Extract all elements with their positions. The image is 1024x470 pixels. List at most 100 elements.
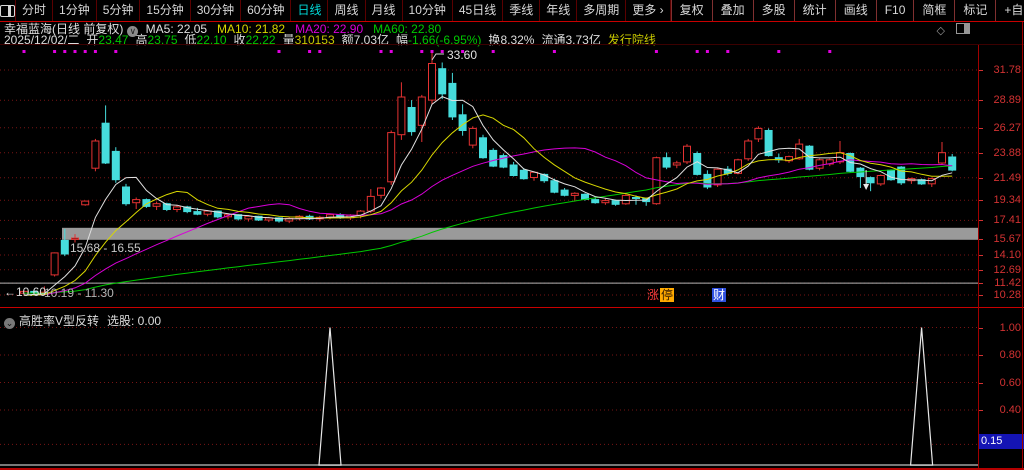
price-axis-label: 26.27 [993,122,1021,134]
candle-body [877,176,884,184]
bottom-tag[interactable]: 停 [660,288,674,302]
price-axis-label: 14.10 [993,249,1021,261]
period-tab-1[interactable]: 分时 [16,0,53,21]
candle-body [592,200,599,203]
price-axis-label: 23.88 [993,147,1021,159]
toolbar-button-5[interactable]: 画线 [835,0,876,21]
candle-body [174,207,181,210]
candle-body [520,170,527,178]
event-dot [420,50,423,53]
candle-body [510,165,517,176]
candle-body [561,190,568,195]
event-dot [380,50,383,53]
event-dot [23,50,26,53]
period-tab-15[interactable]: 更多 › [626,0,670,21]
ex-rights-arrowhead-icon [863,184,869,190]
candle-body [704,174,711,187]
candle-body [102,123,109,163]
bottom-tag[interactable]: 财 [712,288,726,302]
price-axis-label: 28.89 [993,94,1021,106]
toolbar-button-2[interactable]: 叠加 [712,0,753,21]
price-axis: 31.7828.8926.2723.8821.4919.3417.4115.67… [978,45,1024,308]
period-tab-10[interactable]: 10分钟 [403,0,453,21]
price-axis-label: 10.28 [993,289,1021,301]
price-axis-label: 11.42 [994,277,1021,289]
event-dot [696,50,699,53]
price-axis-label: 31.78 [993,64,1021,76]
candle-body [888,170,895,179]
event-dot [706,50,709,53]
split-window-icon[interactable] [956,23,970,34]
period-tab-11[interactable]: 45日线 [453,0,503,21]
toolbar-action-bar: 复权叠加多股统计画线F10简框标记+自选返回 [671,0,1024,21]
candle-body [745,141,752,159]
main-chart-area[interactable]: 33.6015.68 - 16.55←10.6010.19 - 11.30 [0,45,978,307]
indicator-axis-label: 0.80 [1000,349,1021,361]
event-dot [441,50,444,53]
indicator-value: 选股: 0.00 [107,314,161,328]
candle-body [92,141,99,168]
candle-body [694,154,701,175]
candle-body [418,97,425,125]
toolbar-button-1[interactable]: 复权 [671,0,712,21]
candle-body [571,193,578,195]
period-tab-14[interactable]: 多周期 [577,0,626,21]
low-range-annotation: 10.19 - 11.30 [44,286,114,300]
candle-body [133,200,140,203]
candle-body [82,201,89,205]
highlighted-value-badge: 0.15 [979,434,1024,449]
candle-body [245,216,252,219]
candle-body [429,64,436,101]
candle-body [480,138,487,158]
candle-body [816,160,823,168]
collapse-icon[interactable]: ⌄ [4,318,15,329]
chart-bottom-tags[interactable]: 涨停 财 [646,288,726,302]
candle-body [490,150,497,166]
event-dot [777,50,780,53]
indicator-name[interactable]: 高胜率V型反转 [19,314,99,328]
indicator-panel[interactable] [0,308,978,468]
period-tab-2[interactable]: 1分钟 [53,0,97,21]
period-tab-4[interactable]: 15分钟 [140,0,190,21]
period-tab-3[interactable]: 5分钟 [97,0,141,21]
bottom-tag[interactable]: 涨 [646,288,660,302]
indicator-axis-label: 0.40 [1000,404,1021,416]
toolbar-button-7[interactable]: 简框 [913,0,954,21]
candle-body [388,133,395,182]
candle-body [61,240,68,254]
candle-body [755,128,762,139]
period-tab-6[interactable]: 60分钟 [241,0,291,21]
axis-separator [978,45,979,468]
indicator-axis: 1.000.800.600.400.15 [978,308,1024,468]
candle-body [939,153,946,163]
event-dot [278,50,281,53]
event-dot [553,50,556,53]
toolbar-button-4[interactable]: 统计 [794,0,835,21]
event-dot [74,50,77,53]
event-dot [308,50,311,53]
period-tab-9[interactable]: 月线 [366,0,403,21]
candle-body [663,158,670,167]
candle-body [602,201,609,203]
toolbar-button-3[interactable]: 多股 [753,0,794,21]
candle-body [612,201,619,205]
event-dot [114,50,117,53]
period-tab-7[interactable]: 日线 [291,0,328,21]
toolbar-button-8[interactable]: 标记 [954,0,995,21]
high-annotation: 33.60 [447,48,477,62]
period-tab-12[interactable]: 季线 [503,0,540,21]
period-tab-5[interactable]: 30分钟 [191,0,241,21]
candle-body [408,108,415,132]
indicator-axis-label: 0.60 [1000,377,1021,389]
window-layout-icon[interactable] [0,0,16,21]
toolbar-button-6[interactable]: F10 [876,0,914,21]
toolbar-button-9[interactable]: +自选 [995,0,1024,21]
price-axis-label: 21.49 [993,172,1021,184]
period-tab-8[interactable]: 周线 [328,0,365,21]
candle-body [684,146,691,162]
period-tab-13[interactable]: 年线 [540,0,577,21]
price-band [62,228,978,240]
candle-body [949,157,956,170]
event-dot [318,50,321,53]
event-dot [390,50,393,53]
